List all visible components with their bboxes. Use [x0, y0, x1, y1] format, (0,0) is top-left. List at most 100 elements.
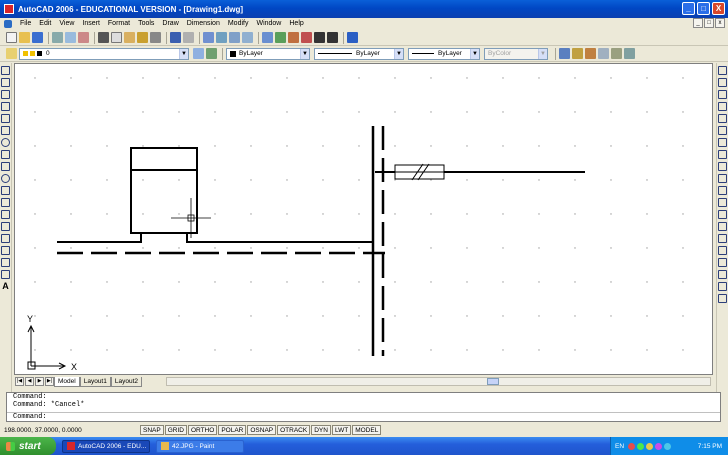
- tool-palettes-icon[interactable]: [288, 32, 299, 43]
- next-tab-button[interactable]: ▶: [35, 377, 44, 386]
- cut-icon[interactable]: [98, 32, 109, 43]
- print-icon[interactable]: [52, 32, 63, 43]
- toggle-dyn[interactable]: DYN: [311, 425, 331, 435]
- send-to-back-icon[interactable]: [718, 294, 727, 303]
- offset-icon[interactable]: [718, 102, 727, 111]
- maximize-button[interactable]: □: [697, 2, 710, 15]
- publish-icon[interactable]: [78, 32, 89, 43]
- layer-manager-icon[interactable]: [6, 48, 17, 59]
- make-block-icon[interactable]: [1, 210, 10, 219]
- chamfer-icon[interactable]: [718, 234, 727, 243]
- menu-modify[interactable]: Modify: [224, 20, 253, 27]
- make-current-layer-icon[interactable]: [193, 48, 204, 59]
- taskbar-item-paint[interactable]: 42.JPG - Paint: [156, 439, 244, 453]
- menu-help[interactable]: Help: [285, 20, 307, 27]
- rotate-icon[interactable]: [718, 138, 727, 147]
- array-icon[interactable]: [718, 114, 727, 123]
- bring-to-front-icon[interactable]: [718, 282, 727, 291]
- join-icon[interactable]: [718, 222, 727, 231]
- chevron-down-icon[interactable]: ▼: [300, 48, 309, 59]
- revision-cloud-icon[interactable]: [1, 150, 10, 159]
- toggle-osnap[interactable]: OSNAP: [247, 425, 277, 435]
- clock[interactable]: 7:15 PM: [698, 443, 722, 450]
- gradient-icon[interactable]: [1, 246, 10, 255]
- mirror-icon[interactable]: [718, 90, 727, 99]
- zoom-previous-icon[interactable]: [242, 32, 253, 43]
- table-icon[interactable]: [1, 270, 10, 279]
- toggle-ortho[interactable]: ORTHO: [187, 425, 218, 435]
- chevron-down-icon[interactable]: ▼: [179, 48, 188, 59]
- dim-style-icon[interactable]: [585, 48, 596, 59]
- paste-icon[interactable]: [124, 32, 135, 43]
- close-button[interactable]: X: [712, 2, 725, 15]
- spline-icon[interactable]: [1, 162, 10, 171]
- language-indicator[interactable]: EN: [615, 443, 624, 450]
- help-icon[interactable]: [347, 32, 358, 43]
- command-prompt[interactable]: Command:: [7, 412, 720, 421]
- command-window[interactable]: Command: Command: *Cancel* Command:: [6, 392, 721, 422]
- stretch-icon[interactable]: [718, 162, 727, 171]
- menu-view[interactable]: View: [55, 20, 78, 27]
- region-icon[interactable]: [1, 258, 10, 267]
- properties-icon[interactable]: [262, 32, 273, 43]
- menu-file[interactable]: File: [16, 20, 35, 27]
- doc-close-button[interactable]: x: [715, 18, 725, 28]
- coordinate-display[interactable]: 198.0000, 37.0000, 0.0000: [0, 427, 140, 434]
- chevron-down-icon[interactable]: ▼: [470, 48, 479, 59]
- sheet-set-icon[interactable]: [301, 32, 312, 43]
- lineweight-dropdown[interactable]: ByLayer ▼: [408, 47, 480, 60]
- draw-order-icon[interactable]: [718, 270, 727, 279]
- pan-icon[interactable]: [203, 32, 214, 43]
- menu-format[interactable]: Format: [104, 20, 134, 27]
- doc-minimize-button[interactable]: _: [693, 18, 703, 28]
- layer-previous-icon[interactable]: [206, 48, 217, 59]
- arc-icon[interactable]: [1, 126, 10, 135]
- match-properties-icon[interactable]: [137, 32, 148, 43]
- tray-icon[interactable]: [664, 442, 672, 450]
- drawing-svg[interactable]: Y X: [15, 64, 712, 374]
- document-icon[interactable]: [4, 19, 12, 28]
- undo-icon[interactable]: [170, 32, 181, 43]
- hatch-icon[interactable]: [1, 234, 10, 243]
- construction-line-icon[interactable]: [1, 78, 10, 87]
- tab-layout2[interactable]: Layout2: [110, 376, 142, 387]
- toggle-snap[interactable]: SNAP: [140, 425, 164, 435]
- break-icon[interactable]: [718, 210, 727, 219]
- save-icon[interactable]: [32, 32, 43, 43]
- zoom-window-icon[interactable]: [229, 32, 240, 43]
- explode-icon[interactable]: [718, 258, 727, 267]
- tray-icon[interactable]: [646, 442, 654, 450]
- last-tab-button[interactable]: ▶|: [45, 377, 54, 386]
- menu-dimension[interactable]: Dimension: [183, 20, 224, 27]
- move-icon[interactable]: [718, 126, 727, 135]
- tab-model[interactable]: Model: [54, 376, 80, 387]
- polygon-icon[interactable]: [1, 102, 10, 111]
- ellipse-arc-icon[interactable]: [1, 186, 10, 195]
- linetype-dropdown[interactable]: ByLayer ▼: [314, 47, 404, 60]
- drawing-area[interactable]: Y X: [14, 63, 713, 375]
- menu-insert[interactable]: Insert: [78, 20, 104, 27]
- toggle-model[interactable]: MODEL: [352, 425, 382, 435]
- prev-tab-button[interactable]: ◀: [25, 377, 34, 386]
- taskbar-item-autocad[interactable]: AutoCAD 2006 - EDU...: [62, 439, 150, 453]
- open-icon[interactable]: [19, 32, 30, 43]
- first-tab-button[interactable]: |◀: [15, 377, 24, 386]
- design-center-icon[interactable]: [275, 32, 286, 43]
- workspace-icon[interactable]: [611, 48, 622, 59]
- plot-preview-icon[interactable]: [65, 32, 76, 43]
- table-style-icon[interactable]: [598, 48, 609, 59]
- zoom-realtime-icon[interactable]: [216, 32, 227, 43]
- layer-dropdown[interactable]: 0 ▼: [19, 47, 189, 60]
- erase-icon[interactable]: [718, 66, 727, 75]
- line-icon[interactable]: [1, 66, 10, 75]
- valve-symbol[interactable]: [394, 163, 445, 181]
- quickcalc-icon[interactable]: [327, 32, 338, 43]
- tray-icon[interactable]: [655, 442, 663, 450]
- redo-icon[interactable]: [183, 32, 194, 43]
- fillet-icon[interactable]: [718, 246, 727, 255]
- autocad-app-icon[interactable]: [4, 4, 14, 14]
- extend-icon[interactable]: [718, 186, 727, 195]
- trim-icon[interactable]: [718, 174, 727, 183]
- minimize-button[interactable]: _: [682, 2, 695, 15]
- new-icon[interactable]: [6, 32, 17, 43]
